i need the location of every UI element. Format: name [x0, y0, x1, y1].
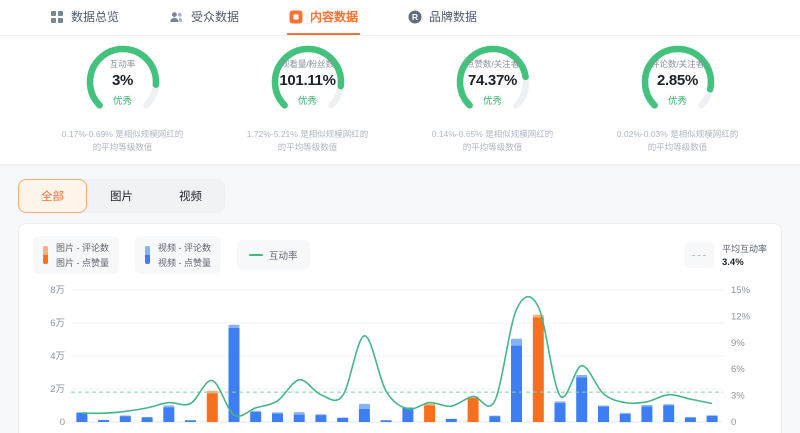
legend-label: 视频 - 点赞量 — [158, 256, 211, 269]
brand-r-icon: R — [408, 10, 422, 24]
legend-label: 互动率 — [269, 248, 298, 262]
top-nav: 数据总览 受众数据 内容数据 R 品牌数据 — [0, 0, 800, 36]
gauge-benchmark-note: 0.14%-0.65% 是相似规模网红的 的平均等级数值 — [432, 128, 553, 154]
svg-text:R: R — [412, 12, 418, 22]
tab-label: 内容数据 — [310, 8, 358, 25]
engagement-chart-card: 图片 - 评论数 图片 - 点赞量 视频 - 评论数 视频 - 点赞量 互动率 … — [18, 223, 782, 433]
content-icon — [289, 10, 303, 24]
gauge-value: 74.37% — [468, 72, 517, 89]
avg-rate-label: 平均互动率 — [722, 242, 767, 255]
svg-text:12%: 12% — [731, 312, 751, 323]
gauge-benchmark-note: 1.72%-5.21% 是相似规模网红的 的平均等级数值 — [247, 128, 368, 154]
legend-image-series[interactable]: 图片 - 评论数 图片 - 点赞量 — [33, 236, 119, 274]
gauge-benchmark-note: 0.17%-0.69% 是相似规模网红的 的平均等级数值 — [62, 128, 183, 154]
gauge-label: 观看量/粉丝数 — [281, 58, 334, 70]
gauge-likes-per-follower: 点赞数/关注者 74.37% 优秀 0.14%-0.65% 是相似规模网红的 的… — [400, 42, 585, 154]
gauge-grade-badge: 优秀 — [668, 93, 687, 107]
gauge-grade-badge: 优秀 — [113, 93, 132, 107]
svg-text:2万: 2万 — [50, 384, 65, 395]
tab-label: 受众数据 — [191, 8, 239, 25]
tab-label: 品牌数据 — [429, 8, 477, 25]
blue-bar-icon — [145, 246, 150, 264]
gauge-benchmark-note: 0.02%-0.03% 是相似规模网红的 的平均等级数值 — [617, 128, 738, 154]
gauge-comments-per-follower: 评论数/关注者 2.85% 优秀 0.02%-0.03% 是相似规模网红的 的平… — [585, 42, 770, 154]
svg-text:8万: 8万 — [50, 285, 65, 296]
gauge-ring: 评论数/关注者 2.85% 优秀 — [630, 42, 726, 118]
gauge-label: 点赞数/关注者 — [466, 58, 519, 70]
svg-text:9%: 9% — [731, 338, 745, 349]
gauge-interaction-rate: 互动率 3% 优秀 0.17%-0.69% 是相似规模网红的 的平均等级数值 — [30, 42, 215, 154]
tab-label: 数据总览 — [71, 8, 119, 25]
gauge-grade-badge: 优秀 — [483, 93, 502, 107]
people-icon — [169, 10, 184, 24]
green-line-icon — [249, 254, 263, 256]
svg-text:4万: 4万 — [50, 351, 65, 362]
avg-rate-value: 3.4% — [722, 257, 767, 268]
gauge-label: 评论数/关注者 — [651, 58, 704, 70]
dashed-line-icon — [684, 242, 714, 268]
gauge-grade-badge: 优秀 — [298, 93, 317, 107]
gauge-ring: 观看量/粉丝数 101.11% 优秀 — [260, 42, 356, 118]
metrics-gauge-panel: 互动率 3% 优秀 0.17%-0.69% 是相似规模网红的 的平均等级数值 观… — [0, 36, 800, 165]
gauge-views-per-follower: 观看量/粉丝数 101.11% 优秀 1.72%-5.21% 是相似规模网红的 … — [215, 42, 400, 154]
svg-text:15%: 15% — [731, 285, 751, 296]
tab-audience-data[interactable]: 受众数据 — [167, 0, 241, 35]
filter-tab-all[interactable]: 全部 — [18, 179, 87, 213]
legend-label: 图片 - 点赞量 — [56, 256, 109, 269]
gauge-value: 3% — [112, 72, 133, 89]
filter-tab-videos[interactable]: 视频 — [156, 179, 225, 213]
svg-text:6万: 6万 — [50, 318, 65, 329]
gauge-ring: 点赞数/关注者 74.37% 优秀 — [445, 42, 541, 118]
gauge-value: 101.11% — [279, 72, 335, 89]
legend-video-series[interactable]: 视频 - 评论数 视频 - 点赞量 — [135, 236, 221, 274]
svg-text:6%: 6% — [731, 365, 745, 376]
media-type-filter: 全部 图片 视频 — [18, 179, 225, 213]
grid-icon — [50, 10, 64, 24]
tab-brand-data[interactable]: R 品牌数据 — [406, 0, 479, 35]
orange-bar-icon — [43, 246, 48, 264]
svg-text:3%: 3% — [731, 391, 745, 402]
svg-text:0: 0 — [60, 417, 65, 428]
chart-legend: 图片 - 评论数 图片 - 点赞量 视频 - 评论数 视频 - 点赞量 互动率 … — [33, 236, 767, 274]
gauge-label: 互动率 — [110, 58, 136, 70]
gauge-value: 2.85% — [657, 72, 698, 89]
legend-label: 图片 - 评论数 — [56, 241, 109, 254]
filter-tab-images[interactable]: 图片 — [87, 179, 156, 213]
engagement-combo-chart[interactable]: 02万4万6万8万03%6%9%12%15%2024-04-112024-04-… — [33, 278, 769, 433]
gauge-ring: 互动率 3% 优秀 — [75, 42, 171, 118]
tab-content-data[interactable]: 内容数据 — [287, 0, 360, 35]
tab-data-overview[interactable]: 数据总览 — [48, 0, 121, 35]
legend-label: 视频 - 评论数 — [158, 241, 211, 254]
legend-average-rate: 平均互动率 3.4% — [684, 242, 767, 268]
legend-interaction-rate[interactable]: 互动率 — [237, 240, 310, 270]
svg-text:0: 0 — [731, 417, 736, 428]
